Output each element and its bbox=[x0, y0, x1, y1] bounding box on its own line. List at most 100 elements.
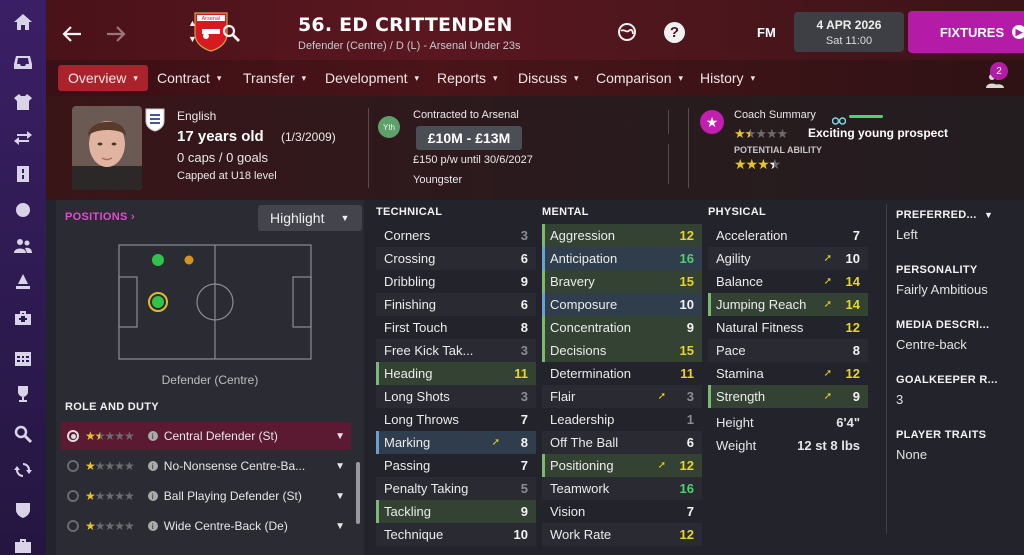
squad-icon[interactable] bbox=[11, 90, 35, 114]
role-row[interactable]: ★★★★★ i No-Nonsense Centre-Ba... ▼ bbox=[61, 452, 351, 480]
tab-overview[interactable]: Overview ▾ bbox=[58, 65, 148, 91]
help-icon[interactable]: ? bbox=[664, 22, 685, 43]
position-pitch[interactable] bbox=[118, 244, 312, 360]
role-radio[interactable] bbox=[67, 490, 79, 502]
home-icon[interactable] bbox=[11, 10, 35, 34]
scouting-icon[interactable] bbox=[11, 198, 35, 222]
date-box[interactable]: 4 APR 2026 Sat 11:00 bbox=[794, 12, 904, 52]
attribute-row[interactable]: Technique 10 bbox=[376, 523, 536, 546]
role-row[interactable]: ★★★★★★ i Central Defender (St) ▼ bbox=[61, 422, 351, 450]
staff-icon[interactable] bbox=[11, 234, 35, 258]
attribute-row[interactable]: Determination 11 bbox=[542, 362, 702, 385]
player-subtitle: Defender (Centre) / D (L) - Arsenal Unde… bbox=[298, 40, 521, 52]
chevron-down-icon[interactable]: ▼ bbox=[335, 431, 345, 442]
tab-transfer[interactable]: Transfer ▾ bbox=[233, 65, 316, 91]
schedule-icon[interactable] bbox=[11, 346, 35, 370]
attribute-row[interactable]: Penalty Taking 5 bbox=[376, 477, 536, 500]
attribute-row[interactable]: Acceleration 7 bbox=[708, 224, 868, 247]
attribute-row-key[interactable]: Composure 10 bbox=[542, 293, 702, 316]
attribute-row-key[interactable]: Aggression 12 bbox=[542, 224, 702, 247]
attribute-row-key[interactable]: Marking ➚ 8 bbox=[376, 431, 536, 454]
attribute-row[interactable]: Corners 3 bbox=[376, 224, 536, 247]
transfer-value[interactable]: £10M - £13M bbox=[416, 126, 522, 150]
fixtures-button[interactable]: FIXTURES ▶ bbox=[908, 11, 1024, 53]
tactics-icon[interactable] bbox=[11, 270, 35, 294]
attribute-row[interactable]: Leadership 1 bbox=[542, 408, 702, 431]
tab-history[interactable]: History ▾ bbox=[690, 65, 765, 91]
attribute-row[interactable]: Flair ➚ 3 bbox=[542, 385, 702, 408]
highlight-dropdown[interactable]: Highlight ▼ bbox=[258, 205, 362, 231]
attribute-row-key[interactable]: Bravery 15 bbox=[542, 270, 702, 293]
chevron-down-icon[interactable]: ▼ bbox=[335, 461, 345, 472]
globe-icon[interactable] bbox=[617, 22, 637, 47]
info-icon[interactable]: i bbox=[147, 521, 158, 531]
attribute-row[interactable]: Long Shots 3 bbox=[376, 385, 536, 408]
attribute-value: 12 bbox=[845, 366, 860, 381]
info-icon[interactable]: i bbox=[147, 431, 158, 441]
info-icon[interactable]: i bbox=[147, 491, 158, 501]
attribute-row[interactable]: Vision 7 bbox=[542, 500, 702, 523]
attribute-row-key[interactable]: Jumping Reach ➚ 14 bbox=[708, 293, 868, 316]
role-radio[interactable] bbox=[67, 430, 79, 442]
search-player-icon[interactable] bbox=[222, 24, 240, 47]
chevron-down-icon[interactable]: ▼ bbox=[335, 491, 345, 502]
attribute-row[interactable]: Off The Ball 6 bbox=[542, 431, 702, 454]
medical-icon[interactable] bbox=[11, 306, 35, 330]
attribute-row[interactable]: Stamina ➚ 12 bbox=[708, 362, 868, 385]
attribute-row-key[interactable]: Anticipation 16 bbox=[542, 247, 702, 270]
positions-title[interactable]: POSITIONS › bbox=[65, 211, 135, 223]
tab-contract[interactable]: Contract ▾ bbox=[147, 65, 231, 91]
attribute-row[interactable]: Long Throws 7 bbox=[376, 408, 536, 431]
role-row[interactable]: ★★★★★ i Wide Centre-Back (De) ▼ bbox=[61, 512, 351, 540]
attribute-row[interactable]: Dribbling 9 bbox=[376, 270, 536, 293]
tab-comparison[interactable]: Comparison ▾ bbox=[586, 65, 693, 91]
attribute-value: 12 bbox=[679, 458, 694, 473]
attribute-row-key[interactable]: Heading 11 bbox=[376, 362, 536, 385]
team-report-icon[interactable] bbox=[11, 162, 35, 186]
attribute-row[interactable]: Finishing 6 bbox=[376, 293, 536, 316]
fm-logo[interactable]: FM bbox=[757, 25, 776, 40]
attribute-row[interactable]: First Touch 8 bbox=[376, 316, 536, 339]
chevron-down-icon[interactable]: ▼ bbox=[188, 34, 197, 44]
attribute-row[interactable]: Work Rate 12 bbox=[542, 523, 702, 546]
role-radio[interactable] bbox=[67, 460, 79, 472]
inbox-icon[interactable] bbox=[11, 50, 35, 74]
personality-value: Fairly Ambitious bbox=[896, 282, 988, 297]
attribute-row[interactable]: Passing 7 bbox=[376, 454, 536, 477]
attribute-row[interactable]: Natural Fitness 12 bbox=[708, 316, 868, 339]
chevron-down-icon[interactable]: ▼ bbox=[335, 521, 345, 532]
role-stars: ★★★★★ bbox=[85, 489, 135, 503]
back-arrow-icon[interactable] bbox=[58, 20, 86, 48]
role-radio[interactable] bbox=[67, 520, 79, 532]
tab-development[interactable]: Development ▾ bbox=[315, 65, 429, 91]
attribute-row[interactable]: Free Kick Tak... 3 bbox=[376, 339, 536, 362]
briefcase-icon[interactable] bbox=[11, 534, 35, 555]
attribute-row[interactable]: Crossing 6 bbox=[376, 247, 536, 270]
attribute-row-key[interactable]: Strength ➚ 9 bbox=[708, 385, 868, 408]
preferred-foot[interactable]: PREFERRED... ▼ Left bbox=[896, 209, 1016, 242]
attribute-name: Composure bbox=[550, 297, 618, 312]
competitions-icon[interactable] bbox=[11, 382, 35, 406]
info-icon[interactable]: i bbox=[147, 461, 158, 471]
transfers-icon[interactable] bbox=[11, 126, 35, 150]
attribute-row[interactable]: Agility ➚ 10 bbox=[708, 247, 868, 270]
club-icon[interactable] bbox=[11, 498, 35, 522]
tab-discuss[interactable]: Discuss ▾ bbox=[508, 65, 589, 91]
attribute-row-key[interactable]: Decisions 15 bbox=[542, 339, 702, 362]
attribute-row-key[interactable]: Concentration 9 bbox=[542, 316, 702, 339]
attribute-row-key[interactable]: Positioning ➚ 12 bbox=[542, 454, 702, 477]
attribute-row[interactable]: Balance ➚ 14 bbox=[708, 270, 868, 293]
attribute-row-key[interactable]: Tackling 9 bbox=[376, 500, 536, 523]
roles-scrollbar[interactable] bbox=[356, 462, 360, 524]
search-icon[interactable] bbox=[11, 422, 35, 446]
refresh-icon[interactable] bbox=[11, 458, 35, 482]
knowledge-bar bbox=[849, 115, 883, 118]
attribute-row[interactable]: Pace 8 bbox=[708, 339, 868, 362]
chevron-up-icon[interactable]: ▲ bbox=[188, 18, 197, 28]
mental-title: MENTAL bbox=[542, 206, 589, 218]
progress-arrow-icon: ➚ bbox=[823, 299, 832, 310]
forward-arrow-icon[interactable] bbox=[102, 20, 130, 48]
tab-reports[interactable]: Reports ▾ bbox=[427, 65, 508, 91]
role-row[interactable]: ★★★★★ i Ball Playing Defender (St) ▼ bbox=[61, 482, 351, 510]
attribute-row[interactable]: Teamwork 16 bbox=[542, 477, 702, 500]
